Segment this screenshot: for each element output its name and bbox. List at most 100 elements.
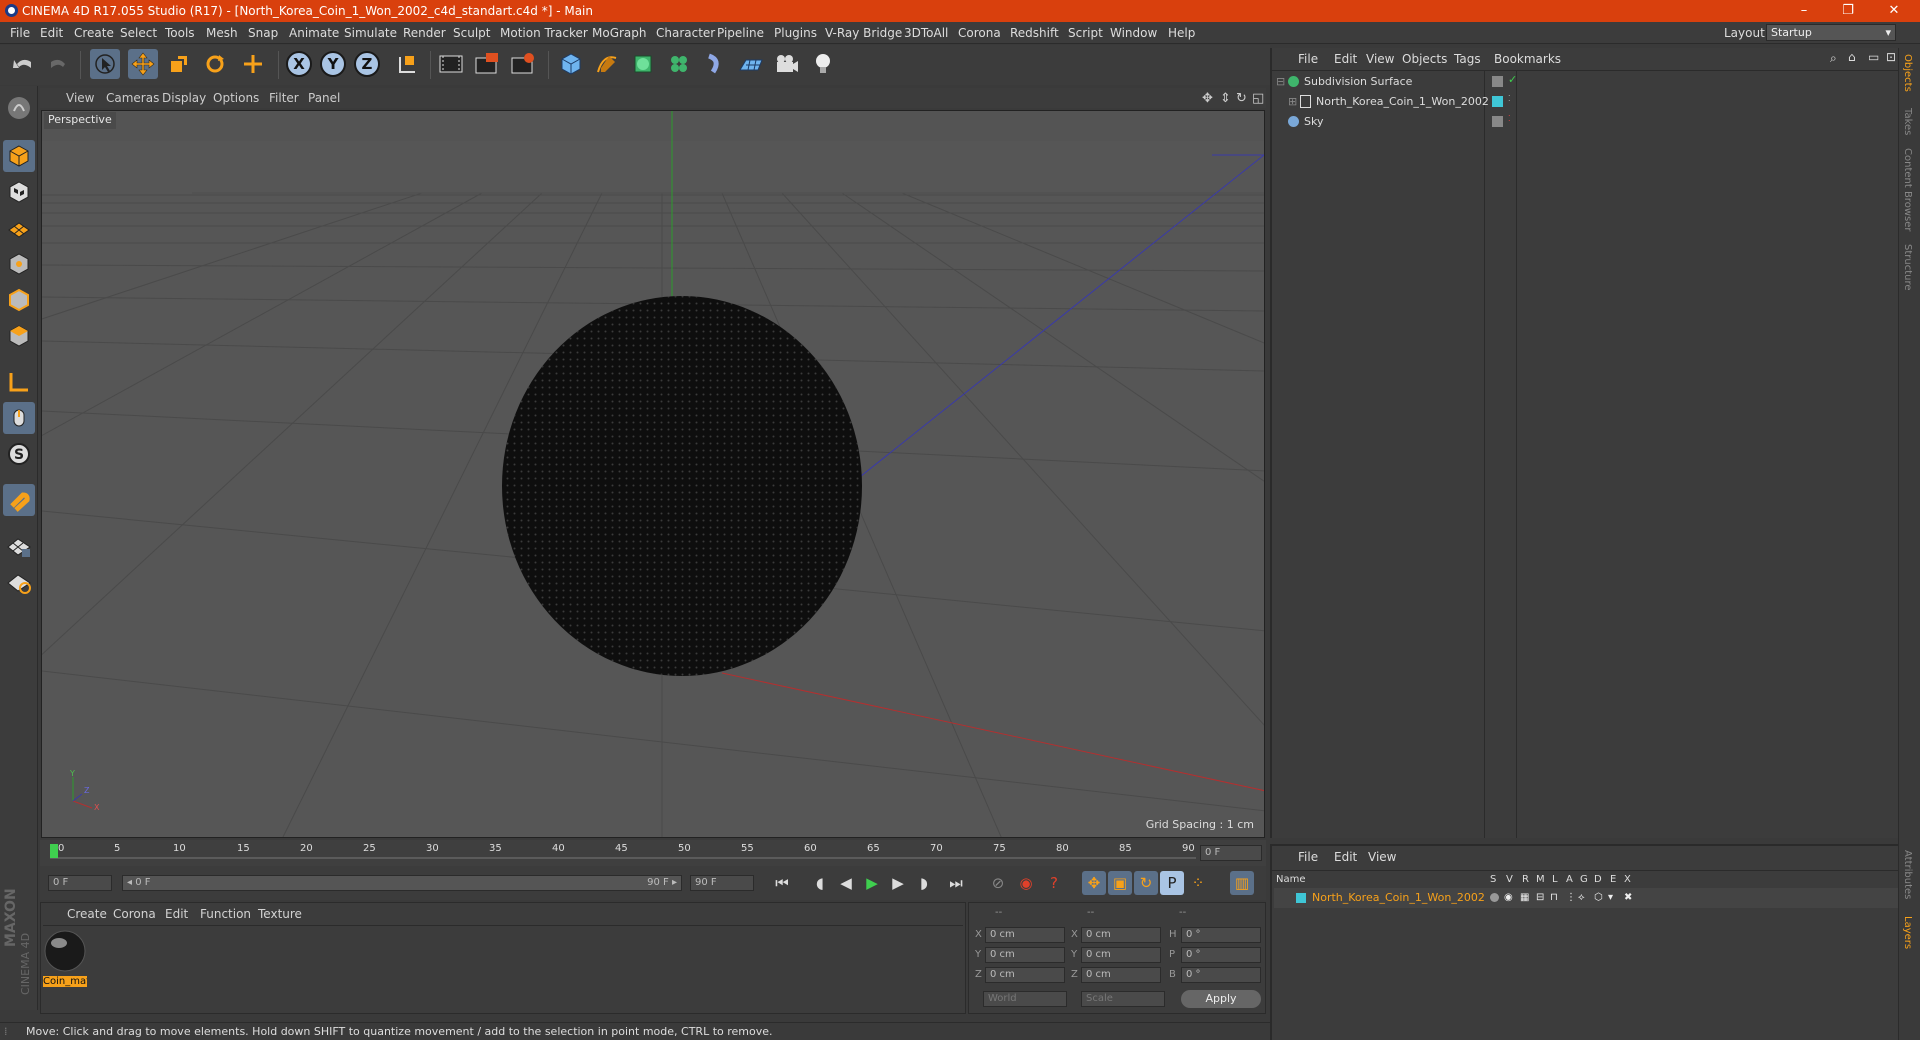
rotation-h-field[interactable]: 0 °: [1181, 927, 1261, 943]
record-keys-icon[interactable]: ⊘: [986, 871, 1010, 895]
keyframe-selection-icon[interactable]: ?: [1042, 871, 1066, 895]
previous-frame-icon[interactable]: ◀: [834, 871, 858, 895]
viewport-menu-display[interactable]: Display: [162, 91, 206, 105]
material-menu-create[interactable]: Create: [67, 907, 107, 921]
menu-simulate[interactable]: Simulate: [344, 26, 397, 40]
size-y-field[interactable]: 0 cm: [1081, 947, 1161, 963]
texture-mode-icon[interactable]: [3, 176, 35, 208]
viewport-menu-panel[interactable]: Panel: [308, 91, 340, 105]
material-menu-texture[interactable]: Texture: [258, 907, 302, 921]
model-mode-icon[interactable]: [3, 140, 35, 172]
object-menu-edit[interactable]: Edit: [1334, 52, 1357, 66]
polygons-mode-icon[interactable]: [3, 320, 35, 352]
expand-icon[interactable]: ⊡: [1886, 50, 1896, 64]
object-menu-tags[interactable]: Tags: [1454, 52, 1481, 66]
tab-content-browser[interactable]: Content Browser: [1902, 148, 1913, 231]
viewport-menu-options[interactable]: Options: [213, 91, 259, 105]
viewport-menu-view[interactable]: View: [66, 91, 94, 105]
coordinate-system-dropdown[interactable]: World: [983, 991, 1067, 1007]
menu-tools[interactable]: Tools: [165, 26, 195, 40]
key-rotation-icon[interactable]: ↻: [1134, 871, 1158, 895]
menu-vray-bridge[interactable]: V-Ray Bridge: [825, 26, 902, 40]
object-row-subdivision-surface[interactable]: ⊟ Subdivision Surface ✓: [1276, 72, 1898, 92]
workplane-mode-icon[interactable]: [3, 212, 35, 244]
layer-menu-edit[interactable]: Edit: [1334, 850, 1357, 864]
layer-row[interactable]: North_Korea_Coin_1_Won_2002 ◉ ▦ ⊟ ⊓ ⋮ ⟡ …: [1274, 888, 1898, 908]
x-axis-lock-button[interactable]: X: [286, 51, 312, 77]
menu-help[interactable]: Help: [1168, 26, 1195, 40]
scale-mode-dropdown[interactable]: Scale: [1081, 991, 1165, 1007]
layer-tag-icon[interactable]: [1492, 76, 1503, 87]
expression-toggle-icon[interactable]: ▾: [1608, 892, 1613, 903]
viewport-menu-filter[interactable]: Filter: [269, 91, 299, 105]
position-z-field[interactable]: 0 cm: [985, 967, 1065, 983]
viewport-zoom-icon[interactable]: ⇕: [1220, 91, 1231, 106]
menu-animate[interactable]: Animate: [289, 26, 339, 40]
key-parameter-icon[interactable]: P: [1160, 871, 1184, 895]
deformer-toggle-icon[interactable]: ⬡: [1594, 892, 1603, 903]
layer-menu-view[interactable]: View: [1368, 850, 1396, 864]
move-tool-icon[interactable]: [128, 49, 158, 79]
window-icon[interactable]: ▭: [1868, 50, 1879, 64]
menu-corona[interactable]: Corona: [958, 26, 1001, 40]
rotation-p-field[interactable]: 0 °: [1181, 947, 1261, 963]
tab-structure[interactable]: Structure: [1902, 244, 1913, 291]
pen-spline-icon[interactable]: [592, 49, 622, 79]
apply-button[interactable]: Apply: [1181, 990, 1261, 1008]
rotation-b-field[interactable]: 0 °: [1181, 967, 1261, 983]
search-icon[interactable]: ⌕: [1830, 51, 1837, 66]
workplane-orientation-icon[interactable]: [3, 566, 35, 598]
menu-mograph[interactable]: MoGraph: [592, 26, 647, 40]
menu-mesh[interactable]: Mesh: [206, 26, 238, 40]
menu-script[interactable]: Script: [1068, 26, 1103, 40]
edges-mode-icon[interactable]: [3, 284, 35, 316]
visibility-dots-icon[interactable]: ⁚: [1508, 114, 1511, 123]
tab-layers[interactable]: Layers: [1902, 916, 1913, 949]
menu-sculpt[interactable]: Sculpt: [453, 26, 490, 40]
render-toggle-icon[interactable]: ▦: [1520, 892, 1529, 903]
eye-icon[interactable]: ◉: [1504, 892, 1513, 903]
subdivision-surface-icon[interactable]: [628, 49, 658, 79]
camera-object-icon[interactable]: [772, 49, 802, 79]
magnet-icon[interactable]: [3, 484, 35, 516]
live-selection-icon[interactable]: [90, 49, 120, 79]
object-row-sky[interactable]: Sky ⁚: [1276, 112, 1898, 132]
enabled-check-icon[interactable]: ✓: [1508, 73, 1517, 86]
axis-mode-icon[interactable]: [3, 366, 35, 398]
size-x-field[interactable]: 0 cm: [1081, 927, 1161, 943]
snap-icon[interactable]: S: [3, 438, 35, 470]
close-button[interactable]: ✕: [1880, 2, 1908, 20]
size-z-field[interactable]: 0 cm: [1081, 967, 1161, 983]
coordinate-system-icon[interactable]: [392, 49, 422, 79]
material-swatch[interactable]: Coin_mat: [43, 929, 87, 989]
menu-snap[interactable]: Snap: [248, 26, 278, 40]
render-picture-viewer-icon[interactable]: [472, 49, 502, 79]
position-y-field[interactable]: 0 cm: [985, 947, 1065, 963]
tweak-mode-icon[interactable]: [3, 402, 35, 434]
y-axis-lock-button[interactable]: Y: [320, 51, 346, 77]
menu-window[interactable]: Window: [1110, 26, 1157, 40]
object-menu-objects[interactable]: Objects: [1402, 52, 1447, 66]
go-to-end-icon[interactable]: ⏭: [944, 871, 968, 895]
current-frame-field[interactable]: 0 F: [1200, 845, 1262, 861]
menu-create[interactable]: Create: [74, 26, 114, 40]
timeline-window-icon[interactable]: ▥: [1230, 871, 1254, 895]
menu-render[interactable]: Render: [403, 26, 446, 40]
viewport-move-icon[interactable]: ✥: [1202, 91, 1213, 106]
rotate-tool-icon[interactable]: [200, 49, 230, 79]
scale-tool-icon[interactable]: [164, 49, 194, 79]
end-frame-field[interactable]: 90 F: [690, 875, 754, 891]
layer-color-swatch[interactable]: [1296, 893, 1306, 903]
menu-motion-tracker[interactable]: Motion Tracker: [500, 26, 588, 40]
maximize-button[interactable]: ❐: [1834, 2, 1862, 20]
menu-3dtoall[interactable]: 3DToAll: [904, 26, 948, 40]
layer-color-icon[interactable]: [1492, 96, 1503, 107]
z-axis-lock-button[interactable]: Z: [354, 51, 380, 77]
lock-icon[interactable]: ⊓: [1550, 892, 1558, 903]
minimize-button[interactable]: –: [1790, 2, 1818, 20]
menu-file[interactable]: File: [10, 26, 30, 40]
deformer-icon[interactable]: [700, 49, 730, 79]
play-icon[interactable]: ▶: [860, 871, 884, 895]
viewport-rotate-icon[interactable]: ↻: [1236, 91, 1247, 106]
perspective-viewport[interactable]: Perspective Y Z X Grid Spacing : 1 cm: [41, 110, 1265, 838]
